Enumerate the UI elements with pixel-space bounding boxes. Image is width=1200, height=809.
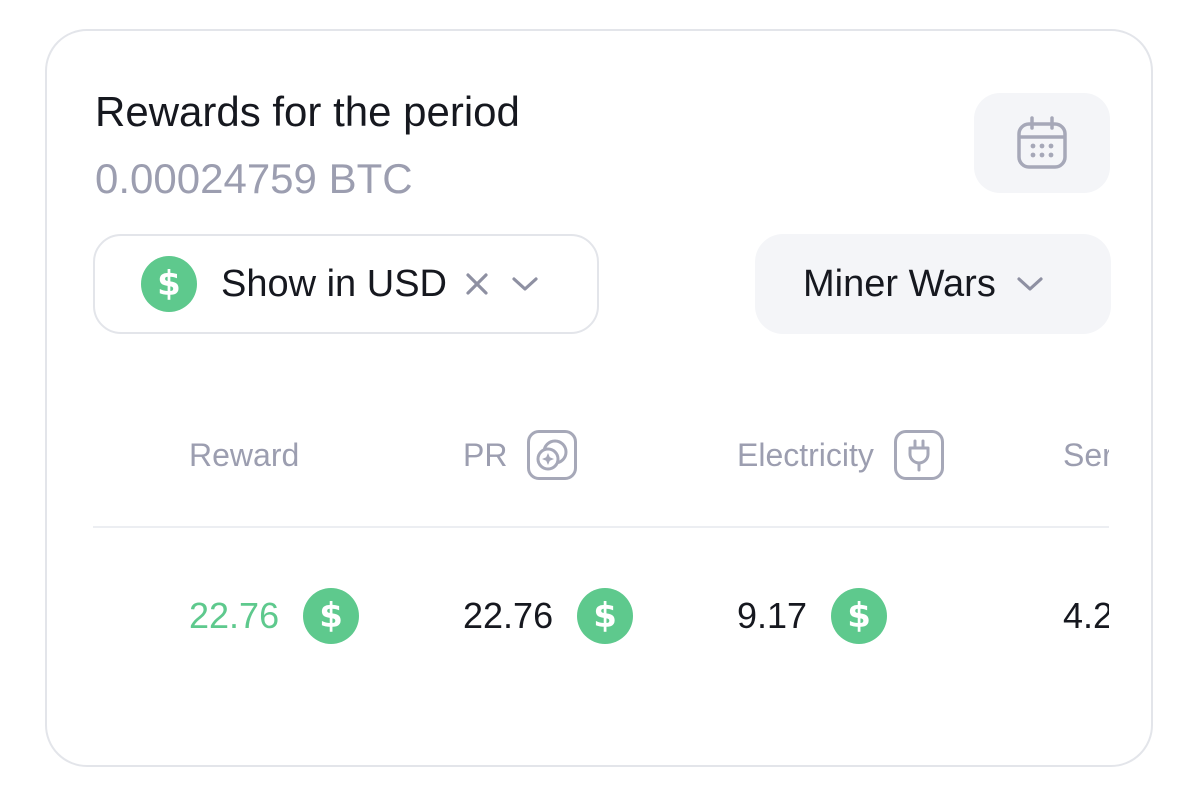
game-select-label: Miner Wars bbox=[803, 262, 996, 305]
card-title: Rewards for the period bbox=[95, 88, 520, 135]
chevron-down-icon bbox=[1016, 275, 1044, 293]
column-header-service[interactable]: Ser bbox=[1063, 433, 1109, 477]
calendar-button[interactable] bbox=[974, 93, 1110, 193]
pr-cell: 22.76 $ bbox=[463, 587, 634, 645]
pr-coins-icon bbox=[527, 430, 578, 480]
dollar-icon: $ bbox=[831, 588, 888, 644]
calendar-icon bbox=[1017, 116, 1067, 169]
column-header-electricity[interactable]: Electricity bbox=[737, 430, 944, 480]
chevron-down-icon[interactable] bbox=[511, 275, 539, 293]
currency-select-label: Show in USD bbox=[221, 262, 447, 305]
dollar-icon: $ bbox=[141, 256, 197, 312]
dollar-icon: $ bbox=[303, 588, 360, 644]
column-header-pr[interactable]: PR bbox=[463, 430, 578, 480]
plug-icon bbox=[893, 430, 944, 480]
clear-icon[interactable] bbox=[463, 270, 491, 298]
dollar-icon: $ bbox=[577, 588, 634, 644]
rewards-table: ) Reward PR Electricity bbox=[93, 411, 1109, 711]
rewards-card: Rewards for the period 0.00024759 BTC $ … bbox=[45, 29, 1153, 767]
service-cell: 4.2 bbox=[1063, 595, 1109, 636]
btc-amount: 0.00024759 BTC bbox=[95, 155, 413, 202]
electricity-cell: 9.17 $ bbox=[737, 587, 888, 645]
game-select[interactable]: Miner Wars bbox=[755, 234, 1111, 334]
currency-select[interactable]: $ Show in USD bbox=[93, 234, 599, 334]
reward-cell: 22.76 $ bbox=[189, 587, 360, 645]
table-divider bbox=[93, 526, 1109, 528]
column-header-reward[interactable]: Reward bbox=[189, 433, 299, 477]
